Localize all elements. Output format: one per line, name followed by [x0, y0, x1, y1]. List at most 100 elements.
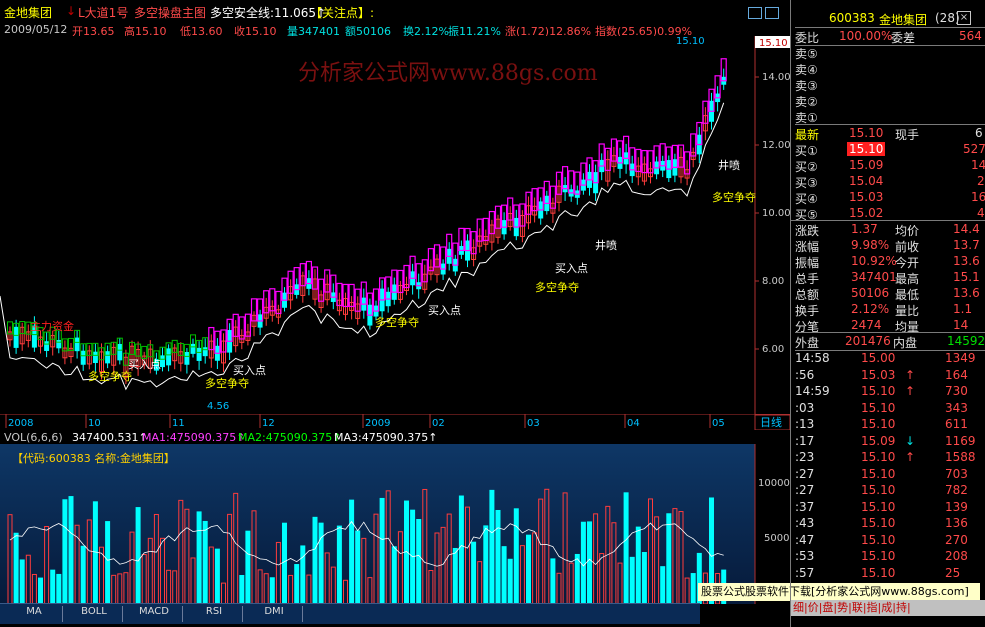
chart-annotation: 买入点 [233, 364, 266, 377]
candle-body [166, 348, 172, 366]
detail-tabs[interactable]: 细|价|盘|势|联|指|成|持| [791, 600, 985, 616]
volume-bar [269, 577, 275, 604]
date-tick-label: 11 [172, 418, 185, 429]
volume-bar [92, 501, 98, 604]
vol-axis-100000: 100000 [758, 478, 790, 489]
volume-bar [587, 521, 592, 604]
price-tick-label: 12.00 [762, 140, 790, 151]
tick-row: :43 15.10 136 [795, 516, 968, 530]
sell-3: 卖③ [795, 79, 818, 93]
quote-badge: (28) [935, 11, 960, 25]
inner-value: 14592 [947, 334, 985, 348]
volume-chart[interactable]: 【代码:600383 名称:金地集团】 100000 50000 [0, 444, 790, 604]
volume-bar [452, 547, 458, 604]
sell-2: 卖② [795, 95, 818, 109]
stock-name: 金地集团 [4, 6, 53, 20]
stat-row: 涨幅 9.98% 前收 13.7 [795, 238, 980, 254]
volume-bar [318, 522, 324, 604]
window-icon[interactable] [765, 7, 779, 19]
latest-row: 最新 15.10 现手 6 [795, 124, 985, 142]
price-tick-label: 10.00 [762, 208, 790, 219]
volume-bar [391, 546, 397, 604]
template-name[interactable]: 多空操盘主图 [134, 4, 206, 21]
info-date: 2009/05/12 [4, 23, 68, 36]
current-price-text: 15.10 [759, 38, 788, 49]
volume-bar [13, 532, 19, 604]
tab-rsi[interactable]: RSI [186, 606, 243, 622]
buy-3: 买③ 15.04 2 [795, 174, 985, 190]
chart-annotation: 买入点 [128, 358, 161, 371]
candle-body [74, 337, 80, 352]
candle-body [184, 352, 190, 365]
vol-label: VOL(6,6,6) [4, 431, 63, 444]
quote-code: 600383 [829, 11, 875, 25]
sell-1: 卖① [795, 111, 818, 125]
tick-row: 14:59 15.10 ↑ 730 [795, 384, 968, 398]
tick-row: :47 15.10 270 [795, 532, 968, 547]
volume-bar [635, 526, 641, 604]
candlestick-chart[interactable]: 14.00 12.00 10.00 8.00 6.00 分析家公式网www.88gs.c… [0, 36, 790, 416]
volume-bar [80, 545, 86, 604]
volume-bar [62, 499, 68, 604]
quote-panel: 600383 金地集团 (28) × 委比 100.00% 委差 564 卖⑤ … [790, 0, 985, 627]
tick-row: :03 15.10 343 [795, 400, 968, 415]
volume-bar [501, 546, 507, 604]
volume-bar [489, 489, 495, 604]
buy-2: 买② 15.09 14 [795, 158, 985, 174]
tab-ma[interactable]: MA [6, 606, 63, 622]
chart-annotation: 井喷 [718, 158, 740, 172]
volume-header: VOL(6,6,6) 347400.531↑ MA1:475090.375↑ M… [0, 429, 790, 445]
stat-row: 总手 347401 最高 15.1 [795, 270, 980, 286]
date-tick-label: 12 [262, 418, 275, 429]
down-arrow-icon[interactable]: ↓ [66, 4, 76, 18]
sell-5: 卖⑤ [795, 47, 818, 61]
min-price-label: 4.56 [207, 401, 229, 412]
tab-macd[interactable]: MACD [126, 606, 183, 622]
tab-dmi[interactable]: DMI [246, 606, 303, 622]
period-label[interactable]: 日线 [760, 415, 782, 429]
vol-ma1: MA1:475090.375↑ [142, 431, 246, 444]
stat-row: 总额 50106 最低 13.6 [795, 286, 980, 302]
tick-row: :13 15.10 611 [795, 417, 968, 431]
vol-ma2: MA2:475090.375↑ [238, 431, 342, 444]
tick-row: :27 15.10 703 [795, 466, 968, 481]
latest-value: 15.10 [849, 126, 884, 140]
candle-body [190, 343, 196, 354]
indicator-name[interactable]: L大道1号 [78, 4, 128, 21]
candle-body [202, 347, 208, 357]
volume-bar [507, 558, 513, 604]
volume-bar [629, 556, 635, 604]
now-hand-value: 6 [975, 126, 983, 140]
stat-row: 换手 2.12% 量比 1.1 [795, 302, 973, 318]
chart-annotation: 多空争夺 [205, 376, 249, 390]
candle-body [44, 341, 50, 351]
volume-bar [580, 521, 586, 604]
stat-row: 涨跌 1.37 均价 14.4 [795, 222, 980, 238]
volume-bar [379, 497, 385, 604]
tick-row: :23 15.10 ↑ 1588 [795, 450, 976, 464]
candle-body [105, 351, 111, 364]
zoom-icon[interactable] [748, 7, 762, 19]
date-tick-label: 04 [627, 418, 640, 429]
volume-bar [38, 577, 43, 604]
volume-bar [245, 530, 251, 604]
volume-bar [349, 499, 355, 604]
chart-annotation: 多空争夺 [88, 369, 132, 383]
watch-point: 【关注点】: [310, 6, 375, 20]
support-line-value: 多空安全线:11.065↑ [210, 6, 327, 20]
volume-bar [660, 566, 666, 604]
tick-row: :56 15.03 ↑ 164 [795, 367, 968, 382]
tick-row: :27 15.10 782 [795, 483, 968, 497]
tick-row: 14:58 15.00 1349 [795, 351, 976, 365]
close-icon[interactable]: × [957, 11, 971, 25]
date-axis: 2008 10 11 12 2009 02 03 04 05 日线 [0, 414, 790, 430]
candle-body [117, 343, 123, 361]
chart-title-bar: 金地集团 ↓ L大道1号 多空操盘主图 多空安全线:11.065↑ 【关注点】: [0, 0, 790, 22]
stat-row: 振幅 10.92% 今开 13.6 [795, 254, 980, 270]
volume-bar [312, 516, 318, 604]
chart-annotation: 多空争夺 [712, 190, 756, 204]
outer-label: 外盘 [795, 336, 820, 350]
date-tick-label: 03 [527, 418, 540, 429]
tab-boll[interactable]: BOLL [66, 606, 123, 622]
volume-bar [355, 530, 361, 604]
